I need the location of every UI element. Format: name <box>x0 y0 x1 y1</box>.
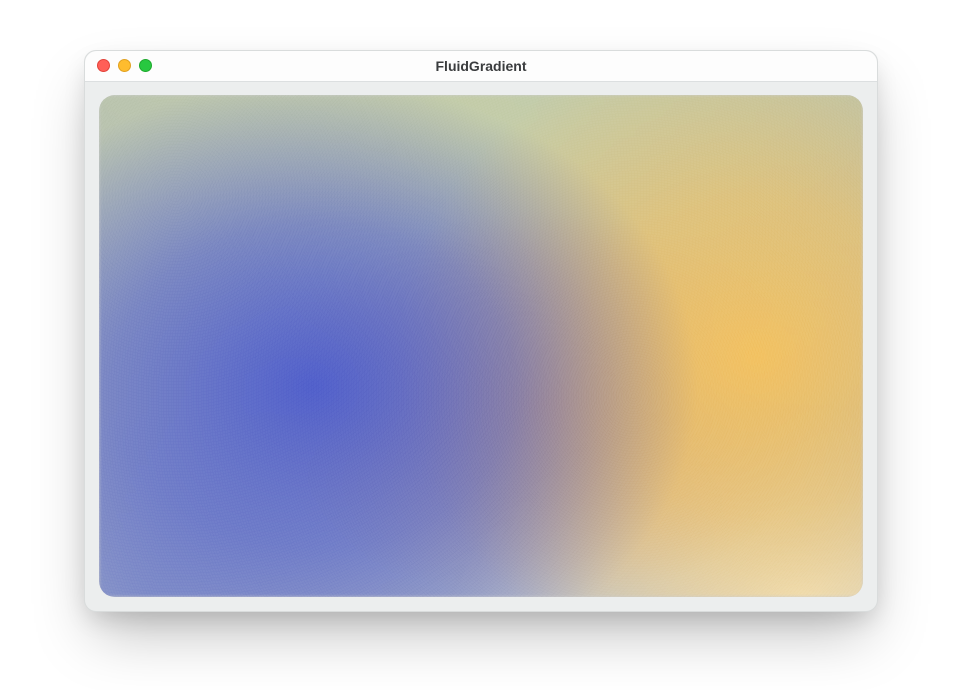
titlebar[interactable]: FluidGradient <box>85 51 877 82</box>
minimize-icon[interactable] <box>118 59 131 72</box>
zoom-icon[interactable] <box>139 59 152 72</box>
content-area <box>99 95 863 597</box>
close-icon[interactable] <box>97 59 110 72</box>
fluid-gradient-view <box>99 95 863 597</box>
window-title: FluidGradient <box>85 58 877 74</box>
traffic-lights <box>97 59 152 72</box>
app-window: FluidGradient <box>84 50 878 612</box>
